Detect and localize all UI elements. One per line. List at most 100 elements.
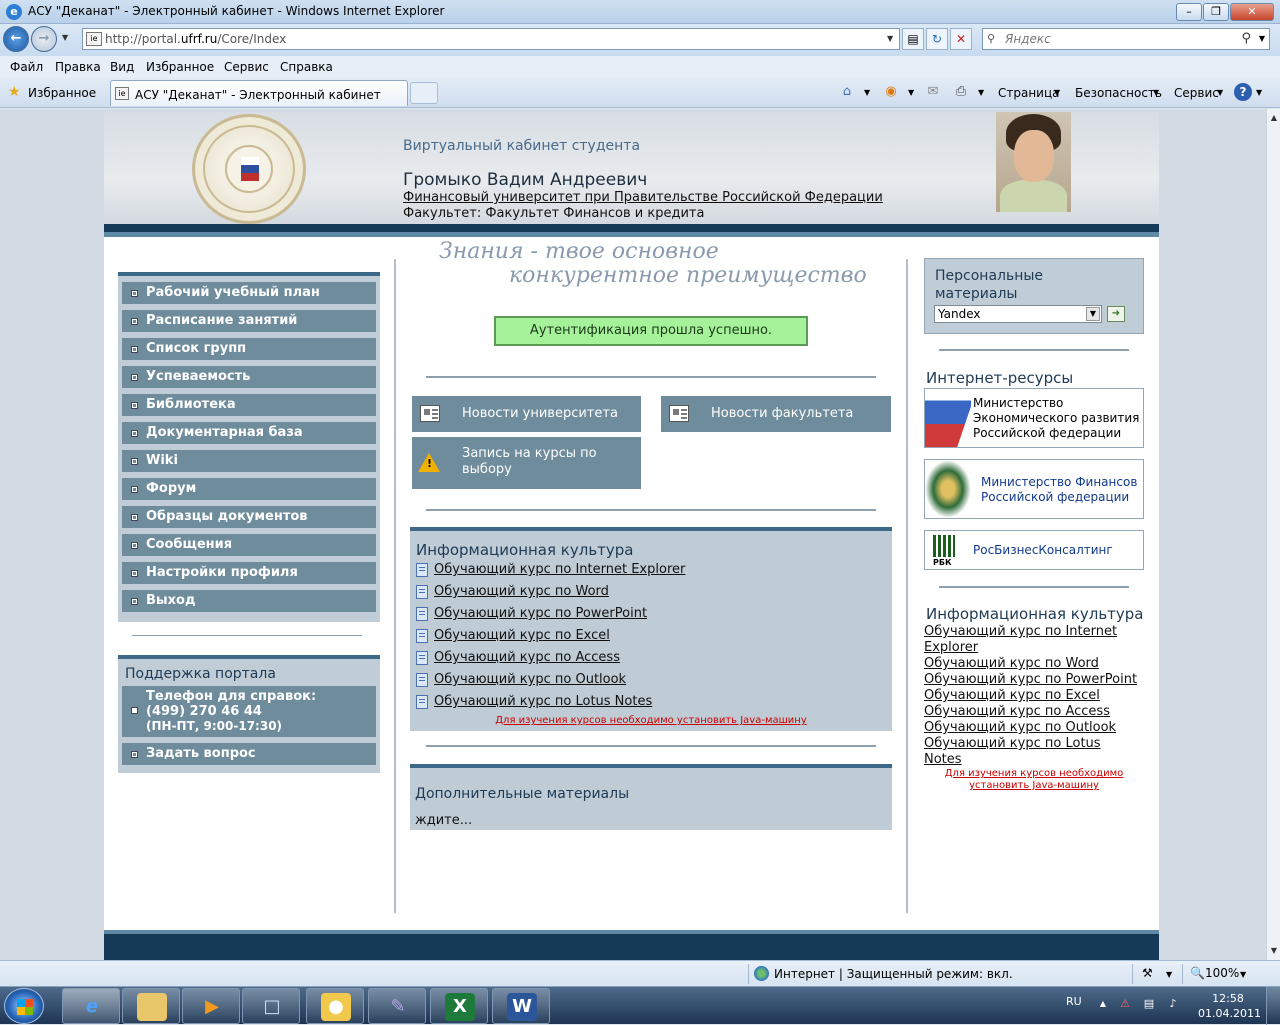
clock[interactable]: 12:58 01.04.2011 xyxy=(1198,991,1261,1021)
java-install-link[interactable]: Для изучения курсов необходимо установит… xyxy=(410,715,892,726)
right-java-install-link[interactable]: Для изучения курсов необходимо установит… xyxy=(924,768,1144,792)
right-course-word-link[interactable]: Обучающий курс по Word xyxy=(924,656,1149,672)
nav-messages[interactable]: Сообщения xyxy=(122,534,376,556)
protected-mode-icon[interactable]: ⚒ xyxy=(1142,966,1153,980)
browser-tab[interactable]: ie АСУ "Деканат" - Электронный кабинет xyxy=(110,80,408,106)
vertical-scrollbar[interactable]: ▲ ▼ xyxy=(1266,109,1280,960)
home-icon[interactable]: ⌂ xyxy=(838,83,856,101)
menu-edit[interactable]: Правка xyxy=(55,60,101,74)
nav-documents[interactable]: Документарная база xyxy=(122,422,376,444)
menu-file[interactable]: Файл xyxy=(10,60,43,74)
zoom-dropdown-icon[interactable]: ▼ xyxy=(1240,970,1246,979)
scroll-up-icon[interactable]: ▲ xyxy=(1268,111,1280,125)
course-word-link[interactable]: Обучающий курс по Word xyxy=(416,583,685,605)
right-course-outlook-link[interactable]: Обучающий курс по Outlook xyxy=(924,720,1149,736)
nav-forum[interactable]: Форум xyxy=(122,478,376,500)
mail-icon[interactable]: ✉ xyxy=(924,83,942,101)
start-button[interactable] xyxy=(4,988,44,1024)
chevron-down-icon[interactable]: ▼ xyxy=(1086,307,1100,321)
menu-tools[interactable]: Сервис xyxy=(224,60,269,74)
taskbar-explorer[interactable] xyxy=(122,988,180,1024)
show-desktop-button[interactable] xyxy=(1266,987,1280,1025)
compatibility-view-icon[interactable]: ▤ xyxy=(902,28,924,50)
forward-button[interactable]: → xyxy=(31,26,57,52)
right-course-excel-link[interactable]: Обучающий курс по Excel xyxy=(924,688,1149,704)
taskbar-word[interactable]: W xyxy=(492,988,550,1024)
nav-profile-settings[interactable]: Настройки профиля xyxy=(122,562,376,584)
course-powerpoint-link[interactable]: Обучающий курс по PowerPoint xyxy=(416,605,685,627)
network-alert-icon[interactable]: ⚠ xyxy=(1118,997,1132,1011)
course-outlook-link[interactable]: Обучающий курс по Outlook xyxy=(416,671,685,693)
refresh-icon[interactable]: ↻ xyxy=(926,28,948,50)
course-ie-link[interactable]: Обучающий курс по Internet Explorer xyxy=(416,561,685,583)
right-course-lotus-link[interactable]: Обучающий курс по Lotus Notes xyxy=(924,736,1149,768)
menu-favorites[interactable]: Избранное xyxy=(146,60,214,74)
home-dropdown-icon[interactable]: ▼ xyxy=(864,88,870,97)
nav-templates[interactable]: Образцы документов xyxy=(122,506,376,528)
open-link-icon[interactable]: ➜ xyxy=(1107,306,1125,322)
tools-menu[interactable]: Сервис xyxy=(1174,86,1219,100)
volume-icon[interactable]: ♪ xyxy=(1166,997,1180,1011)
help-dropdown-icon[interactable]: ▼ xyxy=(1256,88,1262,97)
favorites-star-icon[interactable]: ★ xyxy=(8,84,21,100)
close-window-button[interactable]: ✕ xyxy=(1230,3,1274,21)
nav-library[interactable]: Библиотека xyxy=(122,394,376,416)
zoom-level[interactable]: 🔍100% xyxy=(1190,966,1239,980)
scroll-down-icon[interactable]: ▼ xyxy=(1268,944,1280,958)
new-tab-button[interactable] xyxy=(410,82,438,104)
ask-question-button[interactable]: Задать вопрос xyxy=(122,743,376,765)
network-icon[interactable]: ▤ xyxy=(1142,997,1156,1011)
nav-grades[interactable]: Успеваемость xyxy=(122,366,376,388)
right-course-ie-link[interactable]: Обучающий курс по Internet Explorer xyxy=(924,624,1149,656)
course-excel-link[interactable]: Обучающий курс по Excel xyxy=(416,627,685,649)
course-lotus-link[interactable]: Обучающий курс по Lotus Notes xyxy=(416,693,685,715)
search-options-icon[interactable]: ▼ xyxy=(1259,34,1265,43)
taskbar-infopath[interactable]: ✎ xyxy=(368,988,426,1024)
taskbar-network[interactable]: □ xyxy=(242,988,300,1024)
univ-news-tile[interactable]: Новости университета xyxy=(412,396,641,432)
nav-wiki[interactable]: Wiki xyxy=(122,450,376,472)
safety-menu[interactable]: Безопасность xyxy=(1075,86,1162,100)
right-course-powerpoint-link[interactable]: Обучающий курс по PowerPoint xyxy=(924,672,1149,688)
back-button[interactable]: ← xyxy=(3,26,29,52)
menu-help[interactable]: Справка xyxy=(280,60,333,74)
taskbar-outlook[interactable]: ● xyxy=(306,988,364,1024)
print-dropdown-icon[interactable]: ▼ xyxy=(978,88,984,97)
feeds-dropdown-icon[interactable]: ▼ xyxy=(908,88,914,97)
nav-logout[interactable]: Выход xyxy=(122,590,376,612)
feeds-icon[interactable]: ◉ xyxy=(882,83,900,101)
security-zone[interactable]: Интернет | Защищенный режим: вкл. xyxy=(774,967,1013,981)
maximize-button[interactable]: ❐ xyxy=(1203,3,1229,21)
elective-courses-tile[interactable]: ! Запись на курсы по выбору xyxy=(412,437,641,489)
nav-groups[interactable]: Список групп xyxy=(122,338,376,360)
history-dropdown-icon[interactable]: ▼ xyxy=(62,33,68,42)
university-link[interactable]: Финансовый университет при Правительстве… xyxy=(403,190,883,205)
taskbar-excel[interactable]: X xyxy=(430,988,488,1024)
resource-rbc[interactable]: РБК РосБизнесКонсалтинг xyxy=(924,530,1144,570)
search-go-icon[interactable]: ⚲ xyxy=(1241,31,1251,46)
nav-label: Настройки профиля xyxy=(146,565,298,580)
minimize-button[interactable]: – xyxy=(1176,3,1202,21)
url-dropdown-icon[interactable]: ▼ xyxy=(887,34,893,43)
search-input[interactable]: ⚲ Яндекс ⚲ ▼ xyxy=(982,28,1270,50)
show-hidden-icons-icon[interactable]: ▲ xyxy=(1096,999,1110,1013)
resource-finance-ministry[interactable]: Министерство Финансов Российской федерац… xyxy=(924,459,1144,519)
faculty-news-tile[interactable]: Новости факультета xyxy=(661,396,891,432)
page-menu[interactable]: Страница xyxy=(998,86,1060,100)
language-indicator[interactable]: RU xyxy=(1066,995,1082,1008)
stop-icon[interactable]: ✕ xyxy=(950,28,972,50)
print-icon[interactable]: ⎙ xyxy=(952,83,970,101)
right-course-access-link[interactable]: Обучающий курс по Access xyxy=(924,704,1149,720)
protected-mode-dropdown-icon[interactable]: ▼ xyxy=(1166,970,1172,979)
menu-view[interactable]: Вид xyxy=(110,60,134,74)
resource-economy-ministry[interactable]: Министерство Экономического развития Рос… xyxy=(924,388,1144,448)
nav-schedule[interactable]: Расписание занятий xyxy=(122,310,376,332)
taskbar-media-player[interactable]: ▶ xyxy=(182,988,240,1024)
taskbar-ie[interactable]: e xyxy=(62,988,120,1024)
url-input[interactable]: ie http://portal.ufrf.ru/Core/Index ▼ xyxy=(82,28,900,50)
personal-materials-select[interactable]: Yandex ▼ xyxy=(934,305,1102,323)
help-icon[interactable]: ? xyxy=(1234,83,1252,101)
favorites-button[interactable]: Избранное xyxy=(28,86,96,100)
nav-study-plan[interactable]: Рабочий учебный план xyxy=(122,282,376,304)
course-access-link[interactable]: Обучающий курс по Access xyxy=(416,649,685,671)
